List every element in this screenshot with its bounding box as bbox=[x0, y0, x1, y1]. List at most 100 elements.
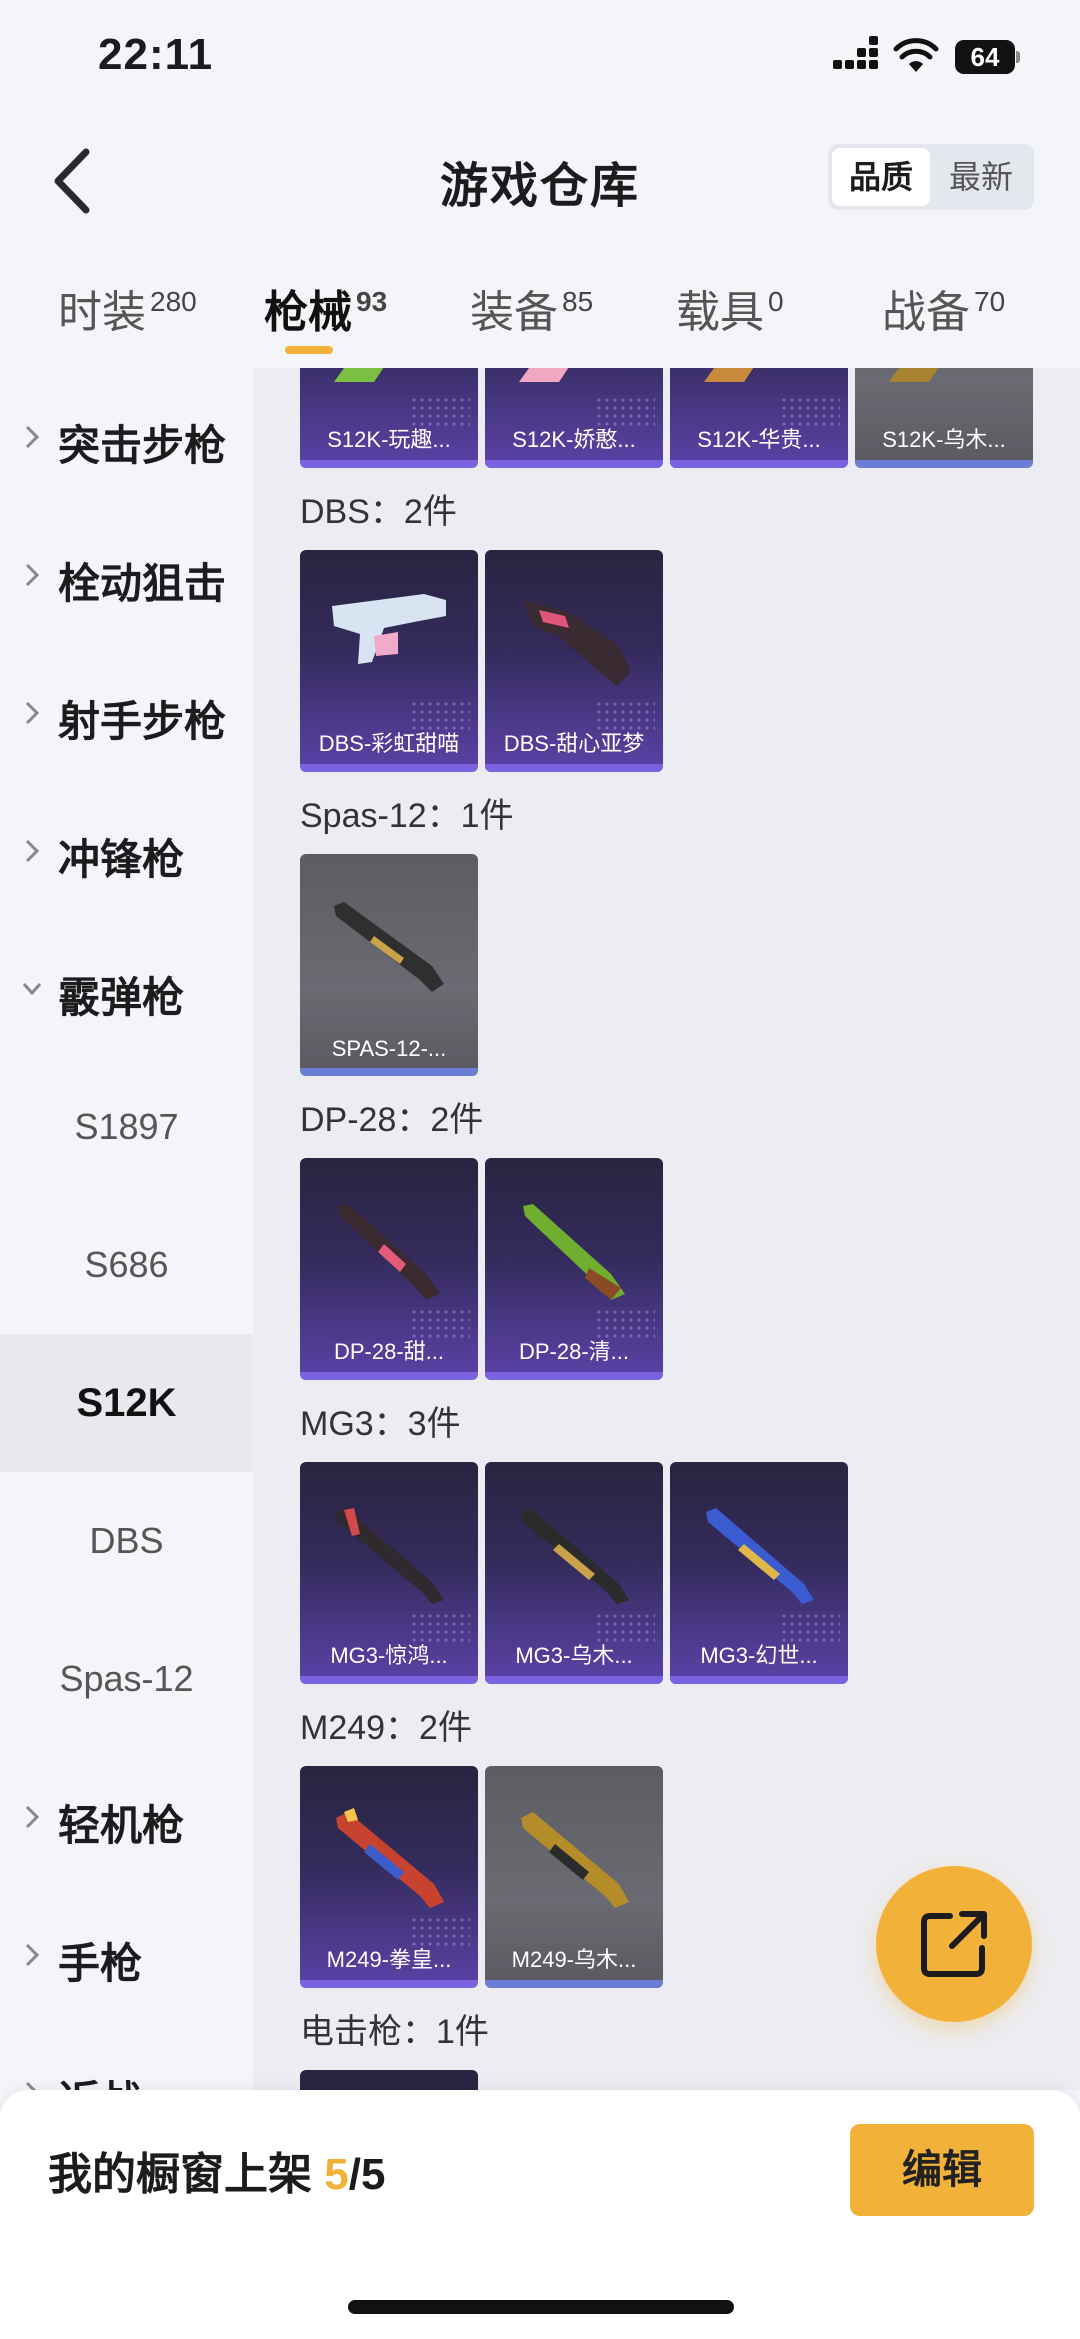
item-card[interactable]: S12K-娇憨... bbox=[485, 368, 663, 468]
item-name: S12K-乌木... bbox=[882, 427, 1006, 452]
tab-equipment[interactable]: 装备 85 bbox=[470, 276, 593, 340]
active-tab-indicator bbox=[285, 346, 333, 354]
item-grid: S12K-玩趣... S12K-娇憨... S12K-华贵... S12K-乌木… bbox=[253, 368, 1080, 2090]
tab-outfits[interactable]: 时装 280 bbox=[58, 276, 197, 340]
item-card[interactable]: S12K-乌木... bbox=[855, 368, 1033, 468]
group-title: M249：2件 bbox=[300, 1709, 472, 1747]
item-name: M249-拳皇... bbox=[326, 1947, 452, 1972]
item-name: DBS-甜心亚梦 bbox=[503, 731, 645, 756]
sort-option-quality[interactable]: 品质 bbox=[832, 148, 930, 206]
tab-vehicles[interactable]: 载具 0 bbox=[676, 276, 784, 340]
sort-option-newest[interactable]: 最新 bbox=[932, 148, 1030, 206]
gun-icon bbox=[521, 1508, 629, 1604]
chevron-right-icon bbox=[25, 563, 40, 587]
chevron-down-icon bbox=[22, 983, 42, 996]
item-card[interactable]: M249-乌木... bbox=[485, 1766, 663, 1988]
item-card[interactable]: S12K-华贵... bbox=[670, 368, 848, 468]
sidebar-item-bolt-sniper[interactable]: 栓动狙击 bbox=[0, 506, 253, 644]
showcase-status: 我的橱窗上架 5/5 bbox=[48, 2138, 385, 2202]
sidebar-item-melee[interactable]: 近战 bbox=[0, 2024, 253, 2090]
rarity-strip bbox=[300, 460, 478, 468]
rarity-strip bbox=[855, 460, 1033, 468]
item-name: S12K-华贵... bbox=[697, 427, 821, 452]
item-name: S12K-娇憨... bbox=[512, 427, 636, 452]
rarity-strip bbox=[485, 1372, 663, 1380]
tab-label: 战备 bbox=[882, 288, 970, 337]
sidebar-subitem-s686[interactable]: S686 bbox=[0, 1196, 253, 1334]
sidebar-subitem-dbs[interactable]: DBS bbox=[0, 1472, 253, 1610]
home-indicator bbox=[348, 2300, 734, 2314]
sort-toggle[interactable]: 品质 最新 bbox=[828, 144, 1034, 210]
share-button[interactable] bbox=[876, 1866, 1032, 2022]
group-title: Spas-12：1件 bbox=[300, 797, 514, 835]
sidebar-item-smg[interactable]: 冲锋枪 bbox=[0, 782, 253, 920]
sidebar-subitem-spas12[interactable]: Spas-12 bbox=[0, 1610, 253, 1748]
item-card[interactable] bbox=[300, 2070, 478, 2090]
item-card[interactable]: DP-28-清... bbox=[485, 1158, 663, 1380]
gun-icon bbox=[523, 600, 631, 686]
sidebar-item-assault-rifle[interactable]: 突击步枪 bbox=[0, 368, 253, 506]
gun-icon bbox=[336, 1808, 444, 1908]
sidebar-item-label: 手枪 bbox=[58, 1940, 143, 1987]
gun-icon bbox=[521, 1812, 629, 1908]
rarity-strip bbox=[485, 1676, 663, 1684]
item-name: MG3-乌木... bbox=[515, 1643, 633, 1668]
tab-count: 85 bbox=[562, 286, 594, 318]
chevron-right-icon bbox=[25, 701, 40, 725]
item-card[interactable]: SPAS-12-... bbox=[300, 854, 478, 1076]
header: 游戏仓库 品质 最新 bbox=[0, 120, 1080, 240]
rarity-strip bbox=[485, 1980, 663, 1988]
tab-label: 载具 bbox=[676, 288, 764, 337]
category-tabs: 时装 280 枪械 93 装备 85 载具 0 战备 70 bbox=[0, 240, 1080, 368]
item-card[interactable]: DP-28-甜... bbox=[300, 1158, 478, 1380]
group-title: 电击枪：1件 bbox=[300, 2013, 489, 2051]
sidebar-item-lmg[interactable]: 轻机枪 bbox=[0, 1748, 253, 1886]
sidebar-item-label: 轻机枪 bbox=[58, 1802, 185, 1849]
showcase-label: 我的橱窗上架 bbox=[48, 2150, 325, 2199]
group-title: DBS：2件 bbox=[300, 493, 457, 531]
sidebar-subitem-s1897[interactable]: S1897 bbox=[0, 1058, 253, 1196]
battery-icon: 64 bbox=[955, 40, 1021, 76]
group-title: MG3：3件 bbox=[300, 1405, 461, 1443]
item-card[interactable]: M249-拳皇... bbox=[300, 1766, 478, 1988]
tab-label: 枪械 bbox=[264, 288, 352, 337]
tab-count: 70 bbox=[974, 286, 1006, 318]
sidebar-item-label: 栓动狙击 bbox=[58, 560, 227, 607]
sidebar-item-shotgun[interactable]: 霰弹枪 bbox=[0, 920, 253, 1058]
gun-icon bbox=[889, 368, 939, 382]
gun-icon bbox=[336, 1508, 444, 1604]
group-title: DP-28：2件 bbox=[300, 1101, 484, 1139]
item-card[interactable]: MG3-乌木... bbox=[485, 1462, 663, 1684]
sidebar-item-marksman-rifle[interactable]: 射手步枪 bbox=[0, 644, 253, 782]
item-name: SPAS-12-... bbox=[331, 1036, 447, 1061]
sidebar-item-pistol[interactable]: 手枪 bbox=[0, 1886, 253, 2024]
gun-icon bbox=[523, 1204, 625, 1300]
tab-supplies[interactable]: 战备 70 bbox=[882, 276, 1005, 340]
item-card[interactable]: MG3-幻世... bbox=[670, 1462, 848, 1684]
item-card[interactable]: DBS-彩虹甜喵 bbox=[300, 550, 478, 772]
tab-guns[interactable]: 枪械 93 bbox=[264, 276, 387, 340]
item-card[interactable]: S12K-玩趣... bbox=[300, 368, 478, 468]
gun-icon bbox=[338, 1204, 440, 1300]
chevron-right-icon bbox=[25, 1943, 40, 1967]
item-name: DP-28-清... bbox=[518, 1339, 630, 1364]
sidebar-item-label: 射手步枪 bbox=[58, 698, 227, 745]
rarity-strip bbox=[300, 1372, 478, 1380]
edit-button[interactable]: 编辑 bbox=[850, 2124, 1034, 2216]
rarity-strip bbox=[670, 1676, 848, 1684]
item-name: MG3-幻世... bbox=[700, 1643, 818, 1668]
sidebar-item-label: 突击步枪 bbox=[58, 422, 227, 469]
item-card[interactable]: MG3-惊鸿... bbox=[300, 1462, 478, 1684]
sidebar-subitem-s12k[interactable]: S12K bbox=[0, 1334, 253, 1472]
status-time: 22:11 bbox=[98, 30, 214, 79]
sidebar-item-label: 霰弹枪 bbox=[58, 974, 185, 1021]
signal-icon bbox=[833, 36, 881, 76]
status-bar: 22:11 64 bbox=[0, 0, 1080, 120]
item-card[interactable]: DBS-甜心亚梦 bbox=[485, 550, 663, 772]
rarity-strip bbox=[485, 764, 663, 772]
item-name: DBS-彩虹甜喵 bbox=[318, 731, 460, 756]
showcase-total: /5 bbox=[348, 2150, 386, 2199]
rarity-strip bbox=[300, 1676, 478, 1684]
sidebar: 突击步枪 栓动狙击 射手步枪 冲锋枪 霰弹枪 S1897 S686 S12K D… bbox=[0, 368, 253, 2090]
bottom-bar: 我的橱窗上架 5/5 编辑 bbox=[0, 2090, 1080, 2339]
